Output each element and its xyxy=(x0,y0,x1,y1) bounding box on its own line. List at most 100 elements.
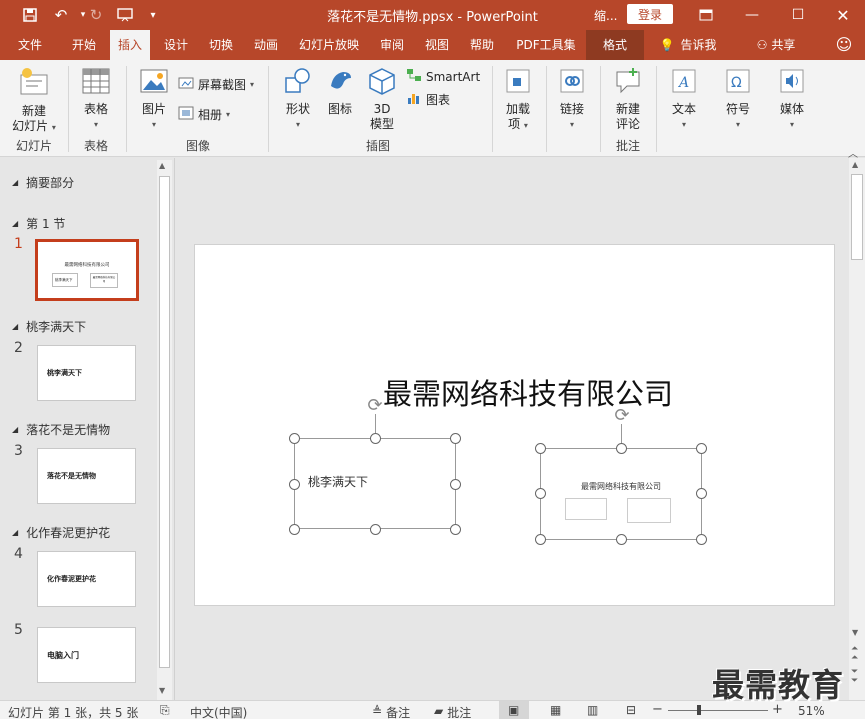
tab-insert[interactable]: 插入 xyxy=(110,30,150,60)
tab-slideshow[interactable]: 幻灯片放映 xyxy=(292,30,366,60)
login-button[interactable]: 登录 xyxy=(627,4,673,24)
chevron-down-icon: ▾ xyxy=(51,123,56,132)
title-bar: ↶ ▾ ↻ ▾ 落花不是无情物.ppsx - PowerPoint 缩... 登… xyxy=(0,0,865,30)
next-slide-icon[interactable]: ⏷ ⏷ xyxy=(851,668,858,686)
slide-thumbnail[interactable]: 落花不是无情物 xyxy=(37,448,136,504)
tab-pdf-tools[interactable]: PDF工具集 xyxy=(508,30,584,60)
section-header[interactable]: ◢ 化作春泥更护花 xyxy=(12,524,110,541)
resize-handle[interactable] xyxy=(450,479,461,490)
slide-thumbnail[interactable]: 电脑入门 xyxy=(37,627,136,683)
resize-handle[interactable] xyxy=(616,443,627,454)
slides-pane-scroll-thumb[interactable] xyxy=(159,176,170,668)
resize-handle[interactable] xyxy=(289,524,300,535)
tab-design[interactable]: 设计 xyxy=(155,30,197,60)
text-box-selected[interactable]: 桃李满天下 xyxy=(294,438,456,529)
customize-quick-access-icon[interactable]: ▾ xyxy=(140,4,166,26)
language-indicator[interactable]: 中文(中国) xyxy=(190,704,247,719)
table-icon xyxy=(74,66,118,100)
tab-file[interactable]: 文件 xyxy=(8,30,52,60)
present-icon[interactable] xyxy=(112,4,138,26)
chart-button[interactable]: 图表 xyxy=(406,91,450,108)
zoom-out-icon[interactable]: − xyxy=(652,702,663,717)
tell-me-search[interactable]: 💡 告诉我 xyxy=(652,30,724,60)
collapse-triangle-icon: ◢ xyxy=(12,322,19,331)
comment-bubble-icon: ▰ xyxy=(434,704,444,718)
link-button[interactable]: 链接 ▾ xyxy=(552,66,592,132)
3d-model-button[interactable]: 3D 模型 xyxy=(362,66,402,132)
group-label-comments: 批注 xyxy=(615,139,640,153)
resize-handle[interactable] xyxy=(696,534,707,545)
resize-handle[interactable] xyxy=(370,524,381,535)
spellcheck-icon[interactable]: ⎘ xyxy=(160,703,170,718)
slide-sorter-icon[interactable]: ▦ xyxy=(550,703,561,717)
collapse-triangle-icon: ◢ xyxy=(12,219,19,228)
group-divider xyxy=(600,66,601,152)
table-button[interactable]: 表格 ▾ xyxy=(74,66,118,132)
rotate-handle-icon[interactable]: ⟳ xyxy=(612,406,632,426)
zoom-slider-thumb[interactable] xyxy=(697,705,701,715)
section-header[interactable]: ◢ 落花不是无情物 xyxy=(12,421,110,438)
maximize-icon[interactable]: ☐ xyxy=(775,0,821,30)
resize-handle[interactable] xyxy=(370,433,381,444)
slide-thumbnail[interactable]: 桃李满天下 xyxy=(37,345,136,401)
addins-button[interactable]: 加载 项 ▾ xyxy=(498,66,538,133)
tab-format[interactable]: 格式 xyxy=(586,30,644,60)
new-comment-button[interactable]: 新建 评论 xyxy=(606,66,650,132)
slide-zoom-selected[interactable]: 最需网络科技有限公司 xyxy=(540,448,702,540)
chevron-down-icon: ▾ xyxy=(151,120,156,129)
section-header[interactable]: ◢ 摘要部分 xyxy=(12,174,74,191)
slideshow-view-icon[interactable]: ⊟ xyxy=(626,703,636,717)
text-button[interactable]: A 文本 ▾ xyxy=(662,66,706,132)
resize-handle[interactable] xyxy=(450,433,461,444)
editor-scroll-thumb[interactable] xyxy=(851,174,863,260)
tab-animations[interactable]: 动画 xyxy=(245,30,287,60)
symbol-button[interactable]: Ω 符号 ▾ xyxy=(716,66,760,132)
album-button[interactable]: 相册 ▾ xyxy=(178,106,230,123)
icons-button[interactable]: 图标 xyxy=(322,66,358,117)
resize-handle[interactable] xyxy=(535,488,546,499)
resize-handle[interactable] xyxy=(616,534,627,545)
new-slide-button[interactable]: 新建 幻灯片 ▾ xyxy=(8,66,60,135)
rotate-handle-icon[interactable]: ⟳ xyxy=(365,396,385,416)
notes-button[interactable]: ≜ 备注 xyxy=(372,704,410,719)
smiley-feedback-icon[interactable]: ☺ xyxy=(830,30,858,60)
reading-view-icon[interactable]: ▥ xyxy=(587,703,598,717)
shapes-button[interactable]: 形状 ▾ xyxy=(278,66,318,132)
slide-thumbnail[interactable]: 化作春泥更护花 xyxy=(37,551,136,607)
section-header[interactable]: ◢ 第 1 节 xyxy=(12,215,65,232)
thumb-title: 最需网络科技有限公司 xyxy=(64,263,110,268)
resize-handle[interactable] xyxy=(289,433,300,444)
resize-handle[interactable] xyxy=(450,524,461,535)
ribbon-display-icon[interactable] xyxy=(683,0,729,30)
resize-handle[interactable] xyxy=(535,534,546,545)
media-button[interactable]: 媒体 ▾ xyxy=(770,66,814,132)
tab-view[interactable]: 视图 xyxy=(417,30,457,60)
close-icon[interactable]: ✕ xyxy=(820,0,865,30)
screenshot-button[interactable]: 屏幕截图 ▾ xyxy=(178,76,254,93)
resize-handle[interactable] xyxy=(696,488,707,499)
previous-slide-icon[interactable]: ⏶ ⏶ xyxy=(851,645,858,663)
tab-home[interactable]: 开始 xyxy=(62,30,106,60)
resize-handle[interactable] xyxy=(535,443,546,454)
tab-review[interactable]: 审阅 xyxy=(372,30,412,60)
zoom-level[interactable]: 51% xyxy=(798,704,825,718)
save-icon[interactable] xyxy=(17,4,43,26)
resize-handle[interactable] xyxy=(289,479,300,490)
tab-transitions[interactable]: 切换 xyxy=(200,30,242,60)
zoom-slider[interactable] xyxy=(668,710,768,711)
scroll-down-icon[interactable]: ▼ xyxy=(159,686,165,695)
smartart-button[interactable]: SmartArt xyxy=(406,68,480,85)
image-button[interactable]: 图片 ▾ xyxy=(134,66,174,132)
lightbulb-icon: 💡 xyxy=(659,38,675,52)
share-button[interactable]: ⚇ 共享 xyxy=(748,30,804,60)
comments-button[interactable]: ▰ 批注 xyxy=(434,704,471,719)
scroll-up-icon[interactable]: ▲ xyxy=(159,161,165,170)
scroll-down-icon[interactable]: ▼ xyxy=(852,628,858,637)
minimize-icon[interactable]: — xyxy=(729,0,775,30)
resize-handle[interactable] xyxy=(696,443,707,454)
section-header[interactable]: ◢ 桃李满天下 xyxy=(12,318,86,335)
slide-canvas[interactable] xyxy=(194,244,835,606)
tab-help[interactable]: 帮助 xyxy=(462,30,502,60)
slide-thumbnail[interactable]: 最需网络科技有限公司 桃李满天下 最需网络科技有限公司 xyxy=(35,239,139,301)
scroll-up-icon[interactable]: ▲ xyxy=(852,160,858,169)
